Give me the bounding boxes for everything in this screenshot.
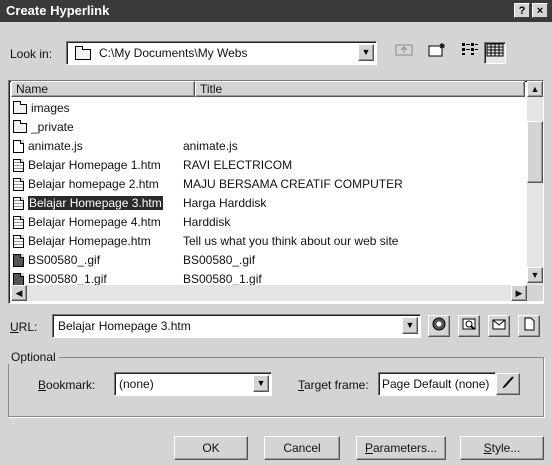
new-page-icon[interactable]: [518, 315, 540, 337]
file-name-cell: Belajar Homepage 4.htm: [13, 213, 161, 231]
file-title: RAVI ELECTRICOM: [183, 158, 293, 172]
bookmark-label: Bookmark:: [38, 378, 96, 392]
file-name-cell: _private: [13, 118, 74, 136]
file-list[interactable]: Name Title images _private animate.js anima…: [8, 80, 544, 304]
title-bar: Create Hyperlink ? ×: [0, 0, 552, 22]
file-row[interactable]: animate.js animate.js: [11, 137, 521, 155]
help-button[interactable]: ?: [514, 3, 530, 18]
bookmark-dropdown[interactable]: (none) ▼: [114, 372, 272, 396]
file-name-cell: Belajar Homepage 3.htm: [13, 194, 163, 212]
file-row[interactable]: images: [11, 99, 521, 117]
scroll-left-arrow[interactable]: ◀: [11, 285, 27, 301]
file-row[interactable]: Belajar Homepage 1.htm RAVI ELECTRICOM: [11, 156, 521, 174]
scroll-thumb[interactable]: [527, 121, 543, 183]
page-icon: [13, 159, 24, 173]
file-name: BS00580_.gif: [28, 253, 101, 267]
create-hyperlink-dialog: Create Hyperlink ? × Look in: C:\My Docu…: [0, 0, 552, 465]
up-folder-icon[interactable]: [393, 42, 415, 64]
target-frame-field[interactable]: Page Default (none): [378, 372, 496, 396]
file-name: Belajar Homepage 3.htm: [28, 196, 163, 210]
column-header-title[interactable]: Title: [195, 81, 525, 97]
file-row[interactable]: Belajar Homepage.htm Tell us what you thi…: [11, 232, 521, 250]
file-name-cell: BS00580_.gif: [13, 251, 100, 269]
scroll-corner: [527, 285, 543, 301]
file-row[interactable]: BS00580_.gif BS00580_.gif: [11, 251, 521, 269]
look-in-label: Look in:: [10, 47, 53, 61]
file-name-cell: animate.js: [13, 137, 83, 155]
file-name-cell: images: [13, 99, 70, 117]
page-icon: [13, 178, 24, 192]
vertical-scrollbar[interactable]: ▲ ▼: [527, 81, 543, 285]
scroll-right-arrow[interactable]: ▶: [511, 285, 527, 301]
drive-folder-icon: [75, 46, 91, 61]
optional-group-title: Optional: [8, 350, 59, 364]
file-title: Harga Harddisk: [183, 196, 267, 210]
file-name: images: [31, 101, 70, 115]
new-folder-icon[interactable]: [426, 42, 448, 64]
page-icon: [13, 235, 24, 249]
file-name: Belajar Homepage 4.htm: [28, 215, 161, 229]
look-in-dropdown[interactable]: C:\My Documents\My Webs ▼: [66, 41, 377, 65]
cancel-button[interactable]: Cancel: [264, 436, 340, 460]
file-name-cell: Belajar homepage 2.htm: [13, 175, 159, 193]
url-combo[interactable]: Belajar Homepage 3.htm ▼: [52, 314, 421, 338]
file-icon: [13, 140, 24, 154]
column-header-name[interactable]: Name: [11, 81, 195, 97]
edit-target-icon[interactable]: [496, 373, 520, 395]
page-icon: [13, 197, 24, 211]
chevron-down-icon[interactable]: ▼: [358, 44, 374, 61]
email-icon[interactable]: [488, 315, 510, 337]
file-name-cell: Belajar Homepage 1.htm: [13, 156, 161, 174]
file-name-cell: Belajar Homepage.htm: [13, 232, 151, 250]
style-button[interactable]: Style...: [460, 436, 544, 460]
look-in-path: C:\My Documents\My Webs: [99, 46, 248, 60]
scroll-down-arrow[interactable]: ▼: [527, 267, 543, 283]
file-title: Harddisk: [183, 215, 231, 229]
details-view-icon[interactable]: [484, 42, 506, 64]
file-name: Belajar homepage 2.htm: [28, 177, 159, 191]
close-button[interactable]: ×: [532, 3, 548, 18]
scroll-up-arrow[interactable]: ▲: [527, 81, 543, 97]
window-title: Create Hyperlink: [6, 3, 110, 18]
file-name: _private: [31, 120, 74, 134]
page-icon: [13, 216, 24, 230]
folder-icon: [13, 119, 27, 133]
file-name: BS00580_1.gif: [28, 272, 107, 286]
chevron-down-icon[interactable]: ▼: [402, 317, 418, 334]
url-label: URL:: [10, 320, 38, 334]
file-row[interactable]: Belajar Homepage 3.htm Harga Harddisk: [11, 194, 521, 212]
file-row[interactable]: _private: [11, 118, 521, 136]
file-row[interactable]: Belajar homepage 2.htm MAJU BERSAMA CREAT…: [11, 175, 521, 193]
file-name: Belajar Homepage.htm: [28, 234, 151, 248]
bookmark-value: (none): [119, 377, 154, 391]
target-frame-value: Page Default (none): [382, 377, 490, 391]
horizontal-scrollbar[interactable]: ◀ ▶: [11, 285, 527, 301]
file-title: MAJU BERSAMA CREATIF COMPUTER: [183, 177, 403, 191]
file-row[interactable]: Belajar Homepage 4.htm Harddisk: [11, 213, 521, 231]
file-title: Tell us what you think about our web sit…: [183, 234, 399, 248]
gif-icon: [13, 254, 24, 268]
folder-icon: [13, 100, 27, 114]
parameters-button[interactable]: Parameters...: [356, 436, 446, 460]
file-title: animate.js: [183, 139, 238, 153]
ok-button[interactable]: OK: [174, 436, 248, 460]
file-name: animate.js: [28, 139, 83, 153]
file-title: BS00580_.gif: [183, 253, 256, 267]
url-value: Belajar Homepage 3.htm: [58, 319, 191, 333]
file-name: Belajar Homepage 1.htm: [28, 158, 161, 172]
browse-web-icon[interactable]: [428, 315, 450, 337]
target-frame-label: Target frame:: [298, 378, 369, 392]
browse-file-icon[interactable]: [458, 315, 480, 337]
chevron-down-icon[interactable]: ▼: [253, 375, 269, 392]
list-view-icon[interactable]: [459, 42, 481, 64]
